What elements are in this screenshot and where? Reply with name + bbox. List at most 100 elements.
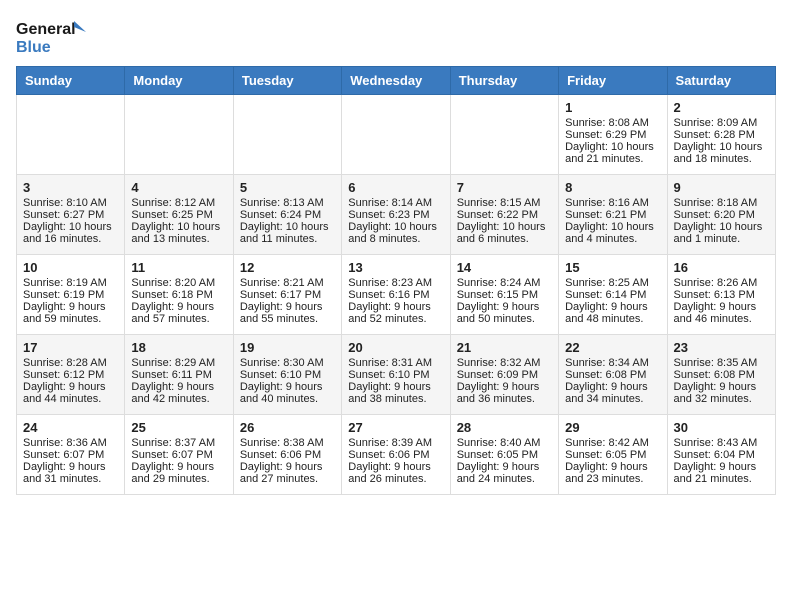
sunset-text: Sunset: 6:16 PM: [348, 289, 443, 301]
sunset-text: Sunset: 6:23 PM: [348, 209, 443, 221]
sunset-text: Sunset: 6:24 PM: [240, 209, 335, 221]
day-cell: 22Sunrise: 8:34 AMSunset: 6:08 PMDayligh…: [559, 335, 667, 415]
sunset-text: Sunset: 6:20 PM: [674, 209, 769, 221]
daylight-text: Daylight: 9 hours and 31 minutes.: [23, 461, 118, 485]
day-cell: 23Sunrise: 8:35 AMSunset: 6:08 PMDayligh…: [667, 335, 775, 415]
day-cell: 11Sunrise: 8:20 AMSunset: 6:18 PMDayligh…: [125, 255, 233, 335]
day-number: 10: [23, 260, 118, 275]
header-thursday: Thursday: [450, 67, 558, 95]
day-cell: 1Sunrise: 8:08 AMSunset: 6:29 PMDaylight…: [559, 95, 667, 175]
sunset-text: Sunset: 6:29 PM: [565, 129, 660, 141]
sunrise-text: Sunrise: 8:36 AM: [23, 437, 118, 449]
logo: GeneralBlue: [16, 16, 96, 56]
sunset-text: Sunset: 6:12 PM: [23, 369, 118, 381]
day-cell: 9 Sunrise: 8:18 AMSunset: 6:20 PMDaylight…: [667, 175, 775, 255]
sunrise-text: Sunrise: 8:25 AM: [565, 277, 660, 289]
sunrise-text: Sunrise: 8:26 AM: [674, 277, 769, 289]
daylight-text: Daylight: 9 hours and 48 minutes.: [565, 301, 660, 325]
day-number: 28: [457, 420, 552, 435]
week-row-3: 10Sunrise: 8:19 AMSunset: 6:19 PMDayligh…: [17, 255, 776, 335]
daylight-text: Daylight: 9 hours and 46 minutes.: [674, 301, 769, 325]
sunset-text: Sunset: 6:09 PM: [457, 369, 552, 381]
sunrise-text: Sunrise: 8:35 AM: [674, 357, 769, 369]
sunset-text: Sunset: 6:05 PM: [565, 449, 660, 461]
sunrise-text: Sunrise: 8:12 AM: [131, 197, 226, 209]
daylight-text: Daylight: 10 hours and 8 minutes.: [348, 221, 443, 245]
day-number: 9: [674, 180, 769, 195]
sunrise-text: Sunrise: 8:28 AM: [23, 357, 118, 369]
day-cell: 8Sunrise: 8:16 AMSunset: 6:21 PMDaylight…: [559, 175, 667, 255]
day-number: 26: [240, 420, 335, 435]
day-cell: 19Sunrise: 8:30 AMSunset: 6:10 PMDayligh…: [233, 335, 341, 415]
sunset-text: Sunset: 6:13 PM: [674, 289, 769, 301]
sunrise-text: Sunrise: 8:37 AM: [131, 437, 226, 449]
week-row-1: 1Sunrise: 8:08 AMSunset: 6:29 PMDaylight…: [17, 95, 776, 175]
daylight-text: Daylight: 10 hours and 1 minute.: [674, 221, 769, 245]
daylight-text: Daylight: 10 hours and 16 minutes.: [23, 221, 118, 245]
day-cell: 29Sunrise: 8:42 AMSunset: 6:05 PMDayligh…: [559, 415, 667, 495]
day-cell: [17, 95, 125, 175]
sunset-text: Sunset: 6:18 PM: [131, 289, 226, 301]
daylight-text: Daylight: 10 hours and 11 minutes.: [240, 221, 335, 245]
daylight-text: Daylight: 9 hours and 36 minutes.: [457, 381, 552, 405]
day-number: 7: [457, 180, 552, 195]
day-cell: 21Sunrise: 8:32 AMSunset: 6:09 PMDayligh…: [450, 335, 558, 415]
sunrise-text: Sunrise: 8:39 AM: [348, 437, 443, 449]
sunset-text: Sunset: 6:11 PM: [131, 369, 226, 381]
daylight-text: Daylight: 10 hours and 18 minutes.: [674, 141, 769, 165]
day-cell: 20Sunrise: 8:31 AMSunset: 6:10 PMDayligh…: [342, 335, 450, 415]
daylight-text: Daylight: 9 hours and 26 minutes.: [348, 461, 443, 485]
sunrise-text: Sunrise: 8:43 AM: [674, 437, 769, 449]
day-cell: 14Sunrise: 8:24 AMSunset: 6:15 PMDayligh…: [450, 255, 558, 335]
day-number: 24: [23, 420, 118, 435]
day-cell: 10 Sunrise: 8:19 AMSunset: 6:19 PMDayligh…: [17, 255, 125, 335]
header-wednesday: Wednesday: [342, 67, 450, 95]
sunrise-text: Sunrise: 8:18 AM: [674, 197, 769, 209]
sunset-text: Sunset: 6:08 PM: [565, 369, 660, 381]
daylight-text: Daylight: 9 hours and 21 minutes.: [674, 461, 769, 485]
sunset-text: Sunset: 6:17 PM: [240, 289, 335, 301]
sunrise-text: Sunrise: 8:32 AM: [457, 357, 552, 369]
day-number: 18: [131, 340, 226, 355]
day-cell: [450, 95, 558, 175]
daylight-text: Daylight: 10 hours and 6 minutes.: [457, 221, 552, 245]
sunset-text: Sunset: 6:06 PM: [348, 449, 443, 461]
day-cell: 18Sunrise: 8:29 AMSunset: 6:11 PMDayligh…: [125, 335, 233, 415]
sunset-text: Sunset: 6:22 PM: [457, 209, 552, 221]
day-number: 4: [131, 180, 226, 195]
daylight-text: Daylight: 9 hours and 55 minutes.: [240, 301, 335, 325]
day-number: 3: [23, 180, 118, 195]
day-cell: [125, 95, 233, 175]
day-cell: 24Sunrise: 8:36 AMSunset: 6:07 PMDayligh…: [17, 415, 125, 495]
daylight-text: Daylight: 9 hours and 50 minutes.: [457, 301, 552, 325]
day-number: 14: [457, 260, 552, 275]
week-row-2: 3Sunrise: 8:10 AMSunset: 6:27 PMDaylight…: [17, 175, 776, 255]
daylight-text: Daylight: 9 hours and 27 minutes.: [240, 461, 335, 485]
sunrise-text: Sunrise: 8:19 AM: [23, 277, 118, 289]
day-number: 15: [565, 260, 660, 275]
daylight-text: Daylight: 9 hours and 57 minutes.: [131, 301, 226, 325]
sunset-text: Sunset: 6:05 PM: [457, 449, 552, 461]
day-cell: 4Sunrise: 8:12 AMSunset: 6:25 PMDaylight…: [125, 175, 233, 255]
sunrise-text: Sunrise: 8:08 AM: [565, 117, 660, 129]
day-cell: 26Sunrise: 8:38 AMSunset: 6:06 PMDayligh…: [233, 415, 341, 495]
daylight-text: Daylight: 9 hours and 59 minutes.: [23, 301, 118, 325]
day-number: 5: [240, 180, 335, 195]
sunrise-text: Sunrise: 8:29 AM: [131, 357, 226, 369]
day-number: 25: [131, 420, 226, 435]
sunrise-text: Sunrise: 8:14 AM: [348, 197, 443, 209]
day-number: 16: [674, 260, 769, 275]
sunset-text: Sunset: 6:06 PM: [240, 449, 335, 461]
day-cell: 30Sunrise: 8:43 AMSunset: 6:04 PMDayligh…: [667, 415, 775, 495]
sunrise-text: Sunrise: 8:23 AM: [348, 277, 443, 289]
sunset-text: Sunset: 6:14 PM: [565, 289, 660, 301]
day-number: 8: [565, 180, 660, 195]
sunrise-text: Sunrise: 8:30 AM: [240, 357, 335, 369]
daylight-text: Daylight: 9 hours and 38 minutes.: [348, 381, 443, 405]
day-number: 12: [240, 260, 335, 275]
day-cell: 13Sunrise: 8:23 AMSunset: 6:16 PMDayligh…: [342, 255, 450, 335]
day-cell: 5Sunrise: 8:13 AMSunset: 6:24 PMDaylight…: [233, 175, 341, 255]
header-sunday: Sunday: [17, 67, 125, 95]
sunset-text: Sunset: 6:19 PM: [23, 289, 118, 301]
logo-svg: GeneralBlue: [16, 16, 96, 56]
